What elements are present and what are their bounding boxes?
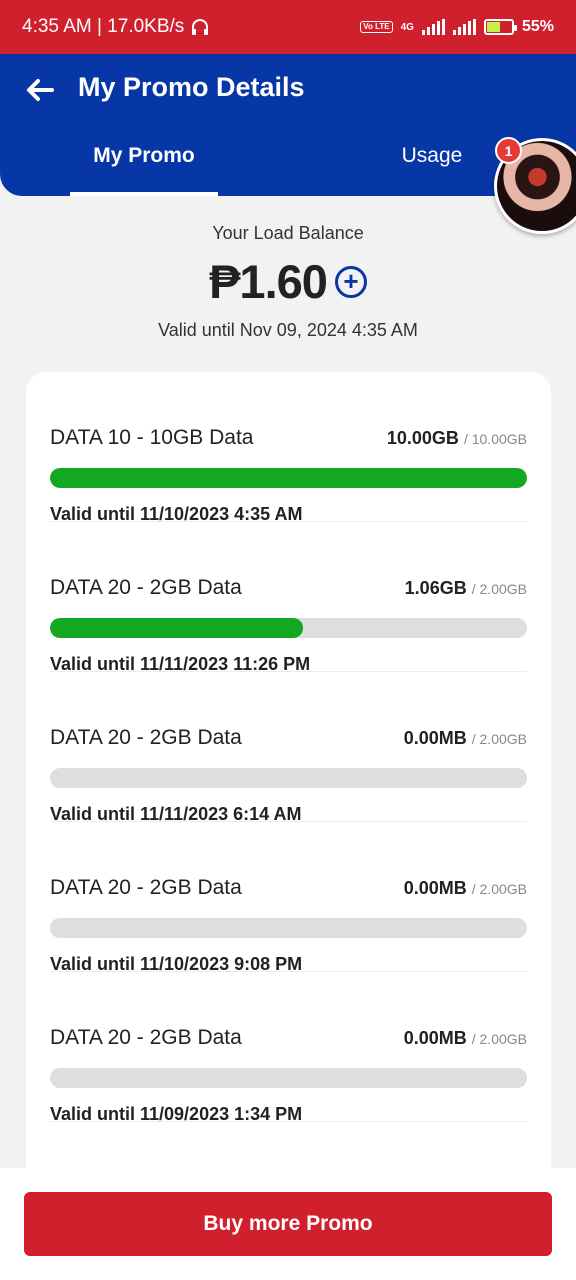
battery-percent: 55%: [521, 18, 554, 35]
signal-icon-2: [452, 19, 476, 35]
signal-icon: [421, 19, 445, 35]
network-type: 4G: [400, 21, 414, 33]
promo-total: / 2.00GB: [471, 581, 527, 597]
promo-item[interactable]: DATA 20 - 2GB Data 0.00MB / 2.00GB Valid…: [50, 822, 527, 974]
promo-name: DATA 20 - 2GB Data: [50, 1026, 242, 1049]
promo-name: DATA 20 - 2GB Data: [50, 726, 242, 749]
promo-progress-bar: [50, 918, 527, 938]
promo-progress-bar: [50, 618, 527, 638]
balance-row: ₱1.60 +: [0, 254, 576, 309]
notification-badge: 1: [495, 137, 522, 164]
plus-circle-icon[interactable]: +: [334, 265, 367, 298]
promo-used: 10.00GB: [386, 428, 459, 448]
status-left: 4:35 AM | 17.0KB/s: [22, 16, 210, 38]
bottom-bar: Buy more Promo: [0, 1168, 576, 1280]
promo-name: DATA 20 - 2GB Data: [50, 576, 242, 599]
promo-item[interactable]: DATA 20 - 2GB Data 1.06GB / 2.00GB Valid…: [50, 522, 527, 674]
promo-progress-bar: [50, 768, 527, 788]
promo-progress-fill: [50, 468, 527, 488]
promo-progress-bar: [50, 1068, 527, 1088]
promo-name: DATA 10 - 10GB Data: [50, 426, 254, 449]
balance-validity: Valid until Nov 09, 2024 4:35 AM: [158, 320, 418, 340]
promo-name: DATA 20 - 2GB Data: [50, 876, 242, 899]
promo-usage: 0.00MB / 2.00GB: [404, 878, 527, 899]
promo-item[interactable]: DATA 10 - 10GB Data 10.00GB / 10.00GB Va…: [50, 372, 527, 524]
back-arrow-icon[interactable]: [22, 74, 58, 106]
promo-used: 1.06GB: [404, 578, 467, 598]
promo-progress-bar: [50, 468, 527, 488]
promo-usage: 1.06GB / 2.00GB: [405, 578, 527, 599]
status-bar: 4:35 AM | 17.0KB/s Vo LTE 4G 55%: [0, 0, 576, 54]
balance-label: Your Load Balance: [212, 223, 364, 243]
promo-used: 0.00MB: [403, 1028, 467, 1048]
page-title: My Promo Details: [78, 72, 305, 102]
battery-icon: [483, 19, 517, 35]
tab-usage[interactable]: Usage: [384, 144, 480, 196]
buy-more-promo-button[interactable]: Buy more Promo: [24, 1192, 552, 1256]
status-time-speed: 4:35 AM | 17.0KB/s: [22, 16, 185, 37]
balance-amount: ₱1.60: [209, 255, 328, 308]
promo-total: / 10.00GB: [463, 431, 527, 447]
promo-used: 0.00MB: [403, 878, 467, 898]
promo-total: / 2.00GB: [471, 731, 527, 747]
promo-total: / 2.00GB: [471, 881, 527, 897]
headphones-icon: [192, 19, 209, 35]
promo-validity: Valid until 11/09/2023 1:34 PM: [50, 1104, 303, 1124]
promo-used: 0.00MB: [403, 728, 467, 748]
volte-badge: Vo LTE: [360, 21, 393, 33]
promo-total: / 2.00GB: [471, 1031, 527, 1047]
promo-usage: 10.00GB / 10.00GB: [387, 428, 527, 449]
promo-list-card: DATA 10 - 10GB Data 10.00GB / 10.00GB Va…: [26, 372, 551, 1192]
promo-progress-fill: [50, 618, 303, 638]
tab-my-promo[interactable]: My Promo: [70, 144, 218, 196]
app-header: My Promo Details My Promo Usage: [0, 54, 576, 196]
promo-usage: 0.00MB / 2.00GB: [404, 728, 527, 749]
status-right: Vo LTE 4G 55%: [360, 18, 554, 36]
promo-usage: 0.00MB / 2.00GB: [404, 1028, 527, 1049]
promo-item[interactable]: DATA 20 - 2GB Data 0.00MB / 2.00GB Valid…: [50, 672, 527, 824]
promo-item[interactable]: DATA 20 - 2GB Data 0.00MB / 2.00GB Valid…: [50, 972, 527, 1124]
